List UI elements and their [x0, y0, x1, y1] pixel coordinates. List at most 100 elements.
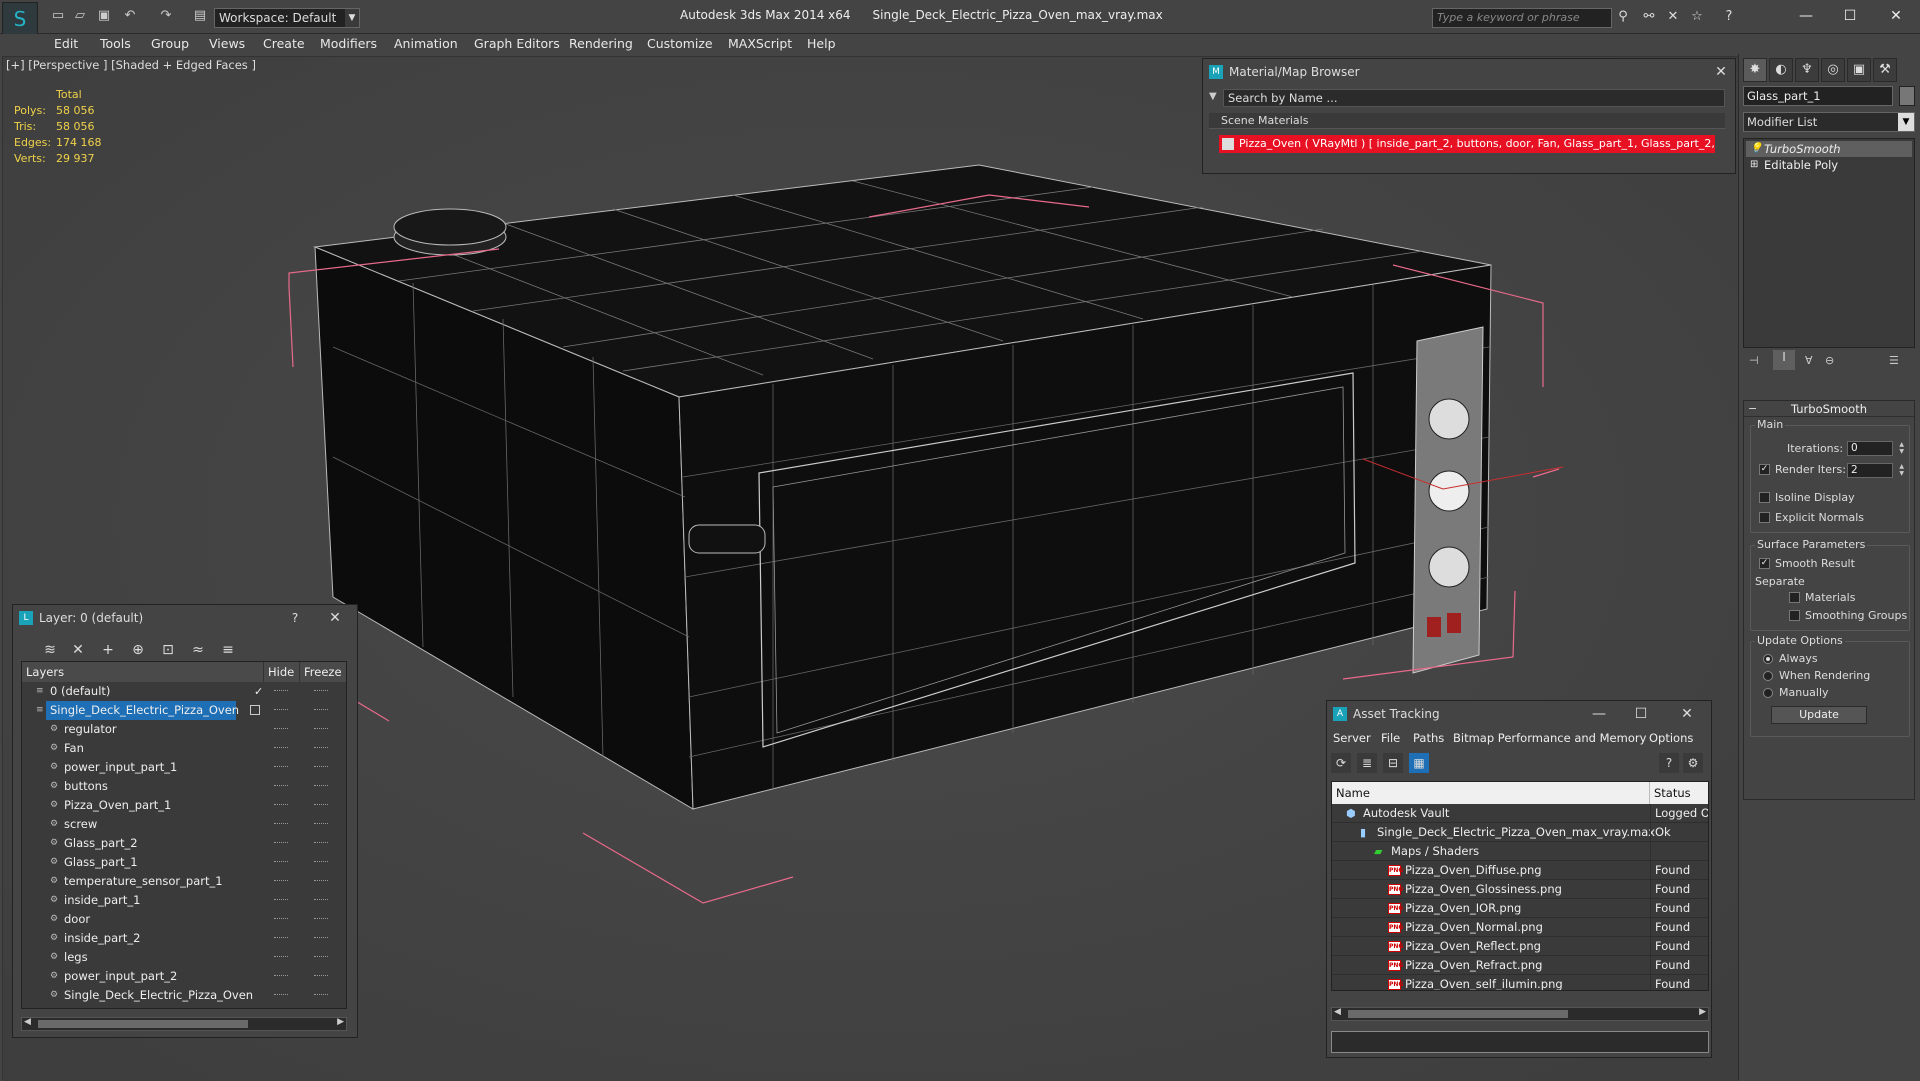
manually-radio[interactable]	[1763, 688, 1773, 698]
hide-toggle[interactable]	[274, 785, 288, 787]
freeze-toggle[interactable]	[314, 937, 328, 939]
maximize-button[interactable]: ☐	[1631, 704, 1651, 724]
smoothing-groups-checkbox[interactable]	[1789, 610, 1800, 621]
col-layers[interactable]: Layers	[22, 662, 264, 682]
hide-toggle[interactable]	[274, 709, 288, 711]
menu-rendering[interactable]: Rendering	[569, 36, 633, 51]
isoline-display-checkbox[interactable]	[1759, 492, 1770, 503]
maximize-button[interactable]: ☐	[1830, 4, 1870, 28]
minimize-button[interactable]: —	[1589, 704, 1609, 724]
layer-row[interactable]: ⚙ regulator	[22, 720, 346, 739]
remove-modifier-icon[interactable]: ⊖	[1825, 354, 1834, 367]
layer-row[interactable]: ⚙ door	[22, 910, 346, 929]
materials-checkbox[interactable]	[1789, 592, 1800, 603]
freeze-toggle[interactable]	[314, 747, 328, 749]
scroll-left-icon[interactable]: ◀	[1334, 1007, 1341, 1017]
configure-modifier-sets-icon[interactable]: ☰	[1889, 354, 1899, 367]
minimize-button[interactable]: —	[1786, 4, 1826, 28]
redo-icon[interactable]: ↷	[158, 8, 174, 24]
menu-group[interactable]: Group	[151, 36, 189, 51]
utilities-tab-icon[interactable]: ⚒	[1873, 58, 1897, 82]
col-freeze[interactable]: Freeze	[300, 662, 346, 682]
tree-view-icon[interactable]: ⊟	[1383, 753, 1403, 773]
object-name-field[interactable]: Glass_part_1	[1743, 86, 1893, 106]
layer-row[interactable]: ⚙ buttons	[22, 777, 346, 796]
layer-row[interactable]: ⚙ screw	[22, 815, 346, 834]
pin-stack-icon[interactable]: ⊣	[1749, 354, 1759, 367]
menu-views[interactable]: Views	[209, 36, 245, 51]
scene-materials-header[interactable]: Scene Materials	[1209, 113, 1725, 129]
open-file-icon[interactable]: ▱	[72, 8, 88, 24]
hide-toggle[interactable]	[274, 994, 288, 996]
explicit-normals-checkbox[interactable]	[1759, 512, 1770, 523]
hide-toggle[interactable]	[274, 842, 288, 844]
display-tab-icon[interactable]: ▣	[1847, 58, 1871, 82]
asset-menu-file[interactable]: File	[1381, 731, 1400, 745]
asset-path-field[interactable]	[1331, 1031, 1709, 1053]
asset-menu-bitmap[interactable]: Bitmap Performance and Memory	[1453, 731, 1646, 745]
asset-menu-paths[interactable]: Paths	[1413, 731, 1444, 745]
freeze-toggle[interactable]	[314, 956, 328, 958]
lightbulb-icon[interactable]: 💡	[1750, 141, 1762, 157]
menu-animation[interactable]: Animation	[394, 36, 458, 51]
menu-customize[interactable]: Customize	[647, 36, 713, 51]
create-tab-icon[interactable]: ✸	[1743, 58, 1767, 82]
hide-toggle[interactable]	[274, 690, 288, 692]
refresh-icon[interactable]: ⟳	[1331, 753, 1351, 773]
freeze-toggle[interactable]	[314, 842, 328, 844]
hide-toggle[interactable]	[274, 975, 288, 977]
menu-modifiers[interactable]: Modifiers	[320, 36, 377, 51]
scroll-right-icon[interactable]: ▶	[337, 1017, 344, 1027]
help-icon[interactable]: ?	[1659, 753, 1679, 773]
highlight-layer-icon[interactable]: ≈	[187, 639, 209, 661]
menu-help[interactable]: Help	[807, 36, 836, 51]
layer-row[interactable]: ⚙ Single_Deck_Electric_Pizza_Oven	[22, 986, 346, 1005]
add-selection-icon[interactable]: ⊕	[127, 639, 149, 661]
hide-toggle[interactable]	[274, 861, 288, 863]
col-hide[interactable]: Hide	[264, 662, 300, 682]
freeze-toggle[interactable]	[314, 975, 328, 977]
settings-icon[interactable]: ⚙	[1683, 753, 1703, 773]
motion-tab-icon[interactable]: ◎	[1821, 58, 1845, 82]
when-rendering-radio[interactable]	[1763, 671, 1773, 681]
layer-row[interactable]: ⚙ inside_part_2	[22, 929, 346, 948]
save-file-icon[interactable]: ▣	[96, 8, 112, 24]
select-objects-icon[interactable]: ⊡	[157, 639, 179, 661]
hide-all-icon[interactable]: ≡	[217, 639, 239, 661]
layer-row[interactable]: ⚙ Glass_part_2	[22, 834, 346, 853]
asset-row[interactable]: PNG Pizza_Oven_Normal.png Found	[1332, 918, 1708, 937]
asset-row[interactable]: PNG Pizza_Oven_Refract.png Found	[1332, 956, 1708, 975]
stack-item-turbosmooth[interactable]: 💡 TurboSmooth	[1746, 141, 1912, 157]
layer-row[interactable]: ⚙ power_input_part_1	[22, 758, 346, 777]
material-item-pizza-oven[interactable]: Pizza_Oven ( VRayMtl ) [ inside_part_2, …	[1219, 135, 1715, 153]
hide-toggle[interactable]	[274, 937, 288, 939]
scrollbar-thumb[interactable]	[38, 1020, 248, 1028]
layer-row[interactable]: ⚙ Fan	[22, 739, 346, 758]
freeze-toggle[interactable]	[314, 804, 328, 806]
asset-row[interactable]: ⬢ Autodesk Vault Logged O	[1332, 804, 1708, 823]
layer-row[interactable]: ≡ Single_Deck_Electric_Pizza_Oven	[22, 701, 346, 720]
communication-icon[interactable]: ✕	[1664, 9, 1682, 25]
chevron-down-icon[interactable]: ▼	[1209, 91, 1217, 102]
make-unique-icon[interactable]: ∀	[1805, 354, 1813, 367]
layer-row[interactable]: ⚙ Pizza_Oven_part_1	[22, 796, 346, 815]
hide-toggle[interactable]	[274, 956, 288, 958]
scroll-right-icon[interactable]: ▶	[1699, 1007, 1706, 1017]
create-layer-icon[interactable]: +	[97, 639, 119, 661]
viewport-label[interactable]: [+] [Perspective ] [Shaded + Edged Faces…	[6, 58, 256, 72]
binoculars-icon[interactable]: ⚲	[1614, 9, 1632, 25]
hide-toggle[interactable]	[274, 766, 288, 768]
freeze-toggle[interactable]	[314, 823, 328, 825]
table-view-icon[interactable]: ▦	[1409, 753, 1429, 773]
help-button[interactable]: ?	[285, 608, 305, 628]
hide-toggle[interactable]	[274, 880, 288, 882]
menu-maxscript[interactable]: MAXScript	[728, 36, 792, 51]
render-iters-spinner[interactable]: 2	[1847, 463, 1904, 478]
freeze-toggle[interactable]	[314, 785, 328, 787]
render-iters-checkbox[interactable]: ✓	[1759, 464, 1770, 475]
asset-menu-server[interactable]: Server	[1333, 731, 1371, 745]
asset-horizontal-scrollbar[interactable]: ◀ ▶	[1331, 1007, 1709, 1021]
layer-row[interactable]: ⚙ inside_part_1	[22, 891, 346, 910]
freeze-toggle[interactable]	[314, 766, 328, 768]
app-logo-icon[interactable]: S	[2, 2, 38, 36]
